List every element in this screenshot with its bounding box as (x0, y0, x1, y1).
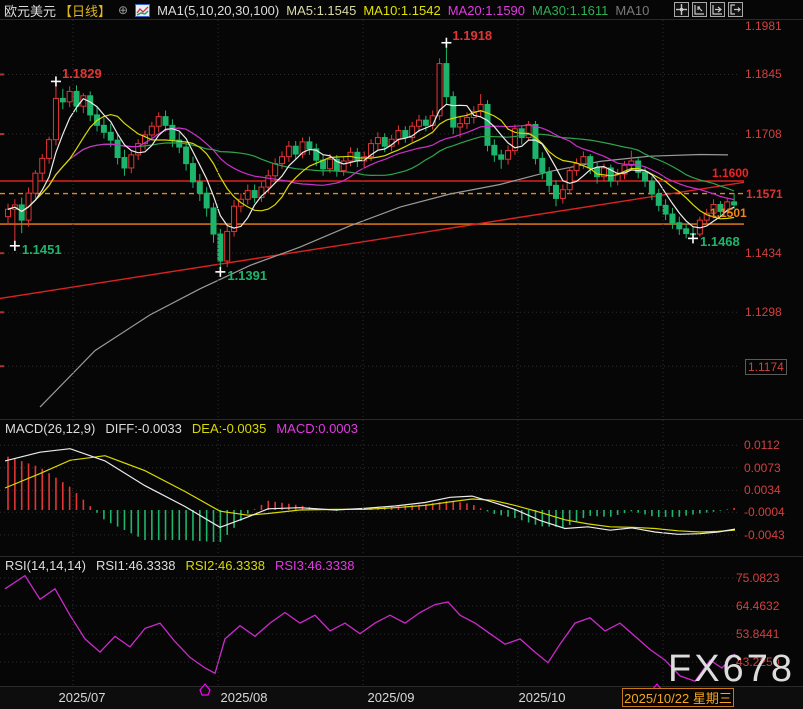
zoom-out-icon[interactable] (710, 2, 725, 17)
rsi1-value: RSI1:46.3338 (96, 558, 176, 573)
macd-macd-value: MACD:0.0003 (276, 421, 358, 436)
move-icon[interactable] (674, 2, 689, 17)
macd-params-label: MACD(26,12,9) (5, 421, 95, 436)
ma10-value: MA10:1.1542 (363, 3, 440, 18)
ma20-value: MA20:1.1590 (448, 3, 525, 18)
period-label: 【日线】 (59, 1, 111, 20)
ma100-dim-label: MA10 (615, 3, 649, 18)
rsi3-value: RSI3:46.3338 (275, 558, 355, 573)
chart-type-icon[interactable] (135, 4, 150, 17)
macd-header: MACD(26,12,9) DIFF:-0.0033 DEA:-0.0035 M… (5, 421, 358, 436)
ma5-value: MA5:1.1545 (286, 3, 356, 18)
fx678-watermark: FX678 (668, 648, 795, 691)
ma30-value: MA30:1.1611 (532, 3, 608, 18)
macd-diff-value: DIFF:-0.0033 (105, 421, 182, 436)
rsi-header: RSI(14,14,14) RSI1:46.3338 RSI2:46.3338 … (5, 558, 354, 573)
symbol-title: 欧元美元 (4, 1, 56, 20)
macd-dea-value: DEA:-0.0035 (192, 421, 266, 436)
zoom-in-icon[interactable] (692, 2, 707, 17)
circle-plus-icon[interactable]: ⊕ (118, 3, 128, 17)
rsi-params-label: RSI(14,14,14) (5, 558, 86, 573)
rsi2-value: RSI2:46.3338 (185, 558, 265, 573)
ma-params-label: MA1(5,10,20,30,100) (157, 3, 279, 18)
exit-icon[interactable] (728, 2, 743, 17)
window-controls (674, 2, 743, 17)
selected-date-box: 2025/10/22 星期三 (622, 688, 734, 707)
trading-app: { "header": { "title": "欧元美元", "period":… (0, 0, 803, 709)
header: 欧元美元 【日线】 ⊕ MA1(5,10,20,30,100) MA5:1.15… (4, 1, 649, 19)
chart-canvas[interactable] (0, 0, 803, 709)
